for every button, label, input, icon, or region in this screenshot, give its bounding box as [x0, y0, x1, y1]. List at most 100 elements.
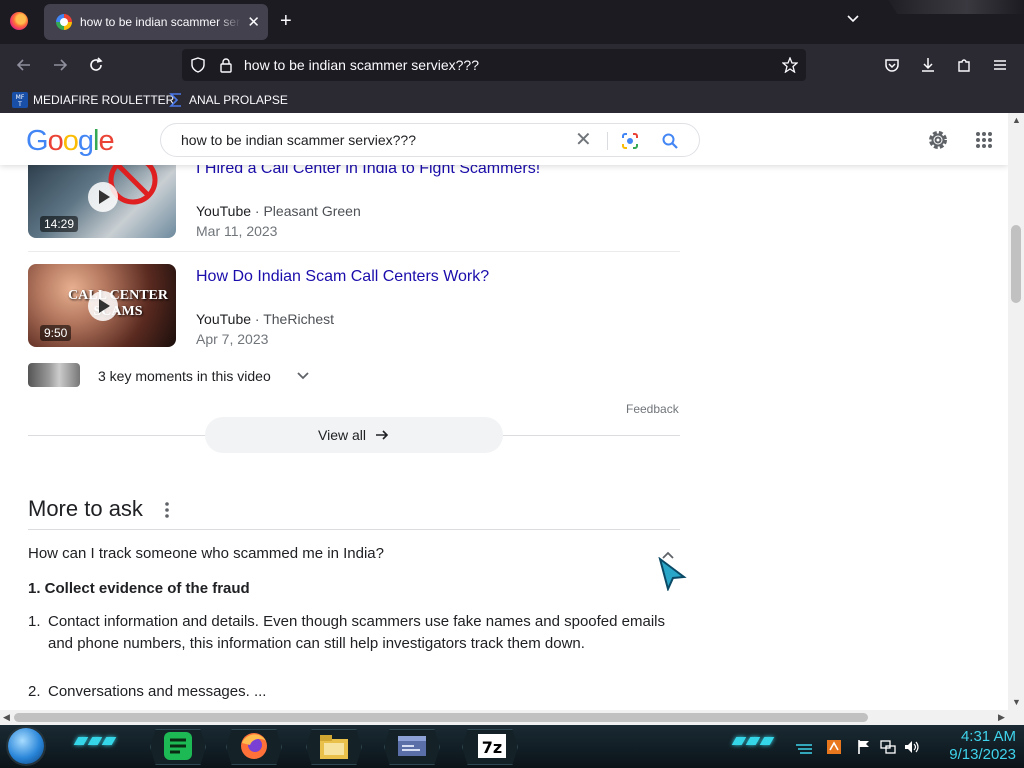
video-platform: YouTube: [196, 311, 252, 327]
scroll-right-arrow-icon[interactable]: ▶: [998, 712, 1005, 723]
key-moments-thumbnail[interactable]: [28, 363, 80, 387]
forward-button[interactable]: [48, 53, 72, 77]
url-text[interactable]: how to be indian scammer serviex???: [244, 57, 479, 73]
scroll-up-arrow-icon[interactable]: ▲: [1012, 115, 1021, 125]
video-source: YouTube · Pleasant Green: [196, 203, 361, 219]
google-results-page: Google how to be indian scammer serviex?…: [0, 113, 1008, 710]
taskbar-decoration: [731, 737, 775, 747]
horizontal-scrollbar[interactable]: ◀ ▶: [0, 710, 1024, 725]
play-icon[interactable]: [88, 182, 118, 212]
video-date: Mar 11, 2023: [196, 223, 278, 239]
play-icon[interactable]: [88, 291, 118, 321]
video-duration: 14:29: [40, 216, 79, 232]
shield-icon[interactable]: [190, 57, 206, 73]
answer-list-item: 2. Conversations and messages. ...: [28, 681, 668, 703]
bookmark-label: ANAL PROLAPSE: [189, 93, 288, 107]
more-to-ask-divider: [28, 529, 680, 530]
scroll-left-arrow-icon[interactable]: ◀: [3, 712, 10, 723]
video-thumbnail[interactable]: 14:29: [28, 155, 176, 238]
address-bar[interactable]: how to be indian scammer serviex???: [182, 49, 806, 81]
clock-time: 4:31 AM: [960, 728, 1016, 745]
result-divider: [28, 251, 680, 252]
logo-letter: G: [26, 125, 49, 157]
tab-title: how to be indian scammer serviex???: [80, 15, 241, 29]
search-icon[interactable]: [661, 132, 679, 150]
action-center-flag-icon[interactable]: [856, 739, 872, 755]
chevron-down-icon[interactable]: [296, 369, 310, 383]
back-button[interactable]: [12, 53, 36, 77]
more-options-icon[interactable]: [164, 501, 170, 519]
settings-gear-icon[interactable]: [926, 128, 950, 152]
show-desktop-icon[interactable]: [796, 739, 812, 755]
vertical-scrollbar[interactable]: ▲ ▼: [1008, 113, 1024, 710]
reload-icon: [90, 57, 103, 71]
firefox-icon[interactable]: [10, 12, 28, 30]
app-menu-button[interactable]: [988, 53, 1012, 77]
list-text: Contact information and details. Even th…: [48, 613, 666, 652]
google-favicon-icon: [56, 14, 72, 30]
video-thumbnail[interactable]: CALL CENTER SCAMS 9:50: [28, 264, 176, 347]
bookmark-mediafire[interactable]: MF T MEDIAFIRE ROULETTER: [12, 90, 174, 110]
view-all-label: View all: [318, 427, 366, 443]
list-text: Conversations and messages. ...: [48, 683, 267, 700]
browser-tab-active[interactable]: how to be indian scammer serviex??? ✕: [44, 4, 268, 40]
meta-separator: ·: [254, 203, 260, 219]
search-input[interactable]: how to be indian scammer serviex???: [181, 132, 416, 148]
pocket-button[interactable]: [880, 53, 904, 77]
tray-app-icon[interactable]: [826, 739, 842, 755]
reload-button[interactable]: [84, 53, 108, 77]
google-logo[interactable]: Google: [26, 125, 115, 158]
search-divider: [607, 132, 608, 150]
file-explorer-icon[interactable]: [318, 731, 350, 761]
clock-date: 9/13/2023: [949, 746, 1016, 763]
bookmark-star-icon[interactable]: [782, 57, 798, 73]
svg-text:MF: MF: [16, 94, 25, 101]
bookmark-label: MEDIAFIRE ROULETTER: [33, 93, 175, 107]
sigma-icon: [169, 93, 181, 107]
windows-taskbar: 7z: [0, 725, 1024, 768]
7zip-icon[interactable]: 7z: [476, 731, 508, 761]
bookmark-second[interactable]: ANAL PROLAPSE: [168, 90, 288, 110]
window-app-icon[interactable]: [396, 731, 428, 761]
volume-icon[interactable]: [904, 739, 920, 755]
notes-app-icon[interactable]: [162, 731, 194, 761]
svg-text:7z: 7z: [482, 738, 502, 757]
puzzle-icon: [958, 59, 970, 72]
horizontal-scroll-thumb[interactable]: [14, 713, 868, 722]
scroll-down-arrow-icon[interactable]: ▼: [1012, 697, 1021, 707]
video-result-title[interactable]: How Do Indian Scam Call Centers Work?: [196, 268, 489, 286]
related-question[interactable]: How can I track someone who scammed me i…: [28, 545, 384, 562]
system-clock[interactable]: 4:31 AM 9/13/2023: [930, 728, 1016, 764]
video-channel: Pleasant Green: [263, 203, 361, 219]
google-header: Google how to be indian scammer serviex?…: [0, 113, 1008, 165]
video-channel: TheRichest: [263, 311, 335, 327]
google-lens-icon[interactable]: [621, 132, 639, 150]
extensions-button[interactable]: [952, 53, 976, 77]
tab-close-icon[interactable]: ✕: [247, 13, 260, 31]
google-apps-grid-icon[interactable]: [975, 131, 993, 149]
meta-separator: ·: [254, 311, 260, 327]
vertical-scroll-thumb[interactable]: [1011, 225, 1021, 303]
video-duration: 9:50: [40, 325, 72, 341]
downloads-button[interactable]: [916, 53, 940, 77]
key-moments-toggle[interactable]: 3 key moments in this video: [98, 368, 271, 384]
thumbnail-caption: CALL CENTER SCAMS: [68, 288, 168, 319]
feedback-link[interactable]: Feedback: [626, 402, 679, 416]
start-orb-icon[interactable]: [8, 728, 44, 764]
back-arrow-icon: [16, 59, 30, 71]
clear-search-icon[interactable]: ✕: [575, 130, 592, 150]
video-platform: YouTube: [196, 203, 252, 219]
search-box[interactable]: how to be indian scammer serviex??? ✕: [160, 123, 700, 157]
new-tab-button[interactable]: +: [280, 10, 292, 32]
view-all-button[interactable]: View all: [205, 417, 503, 453]
navigation-toolbar: how to be indian scammer serviex???: [0, 44, 1024, 86]
answer-list-item: 1. Contact information and details. Even…: [28, 611, 668, 655]
network-icon[interactable]: [880, 739, 896, 755]
answer-heading: 1. Collect evidence of the fraud: [28, 580, 250, 597]
video-date: Apr 7, 2023: [196, 331, 269, 347]
list-number: 1.: [28, 613, 41, 630]
logo-letter: o: [62, 125, 79, 157]
firefox-taskbar-icon[interactable]: [238, 731, 270, 761]
lock-icon[interactable]: [218, 57, 234, 73]
list-all-tabs-chevron-icon[interactable]: [846, 12, 860, 26]
